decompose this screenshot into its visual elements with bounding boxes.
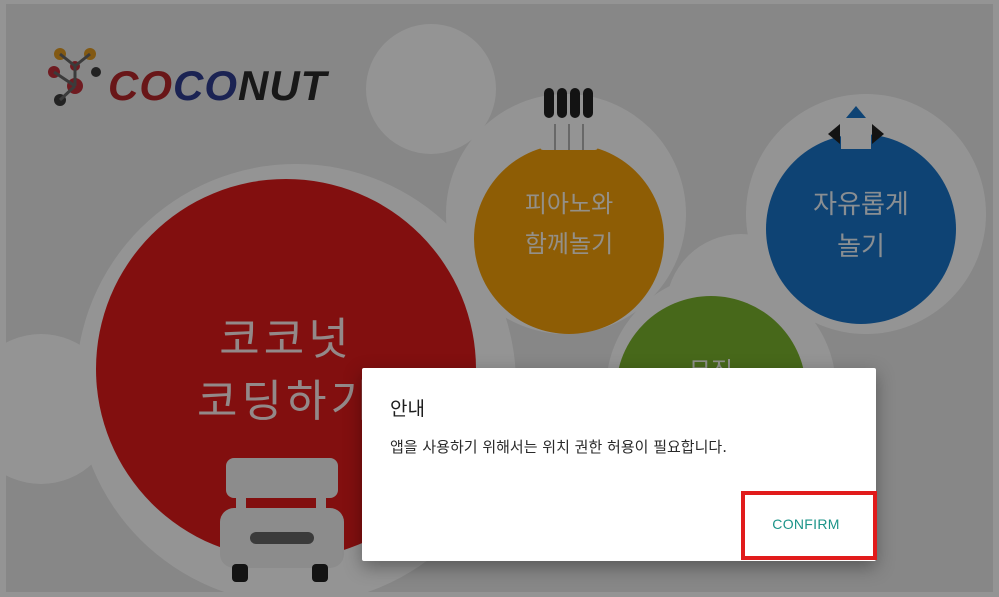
dialog-title: 안내 — [390, 398, 425, 420]
permission-dialog: 안내 앱을 사용하기 위해서는 위치 권한 허용이 필요합니다. CONFIRM — [362, 368, 876, 561]
dialog-message: 앱을 사용하기 위해서는 위치 권한 허용이 필요합니다. — [390, 438, 727, 456]
confirm-button[interactable]: CONFIRM — [757, 511, 855, 538]
